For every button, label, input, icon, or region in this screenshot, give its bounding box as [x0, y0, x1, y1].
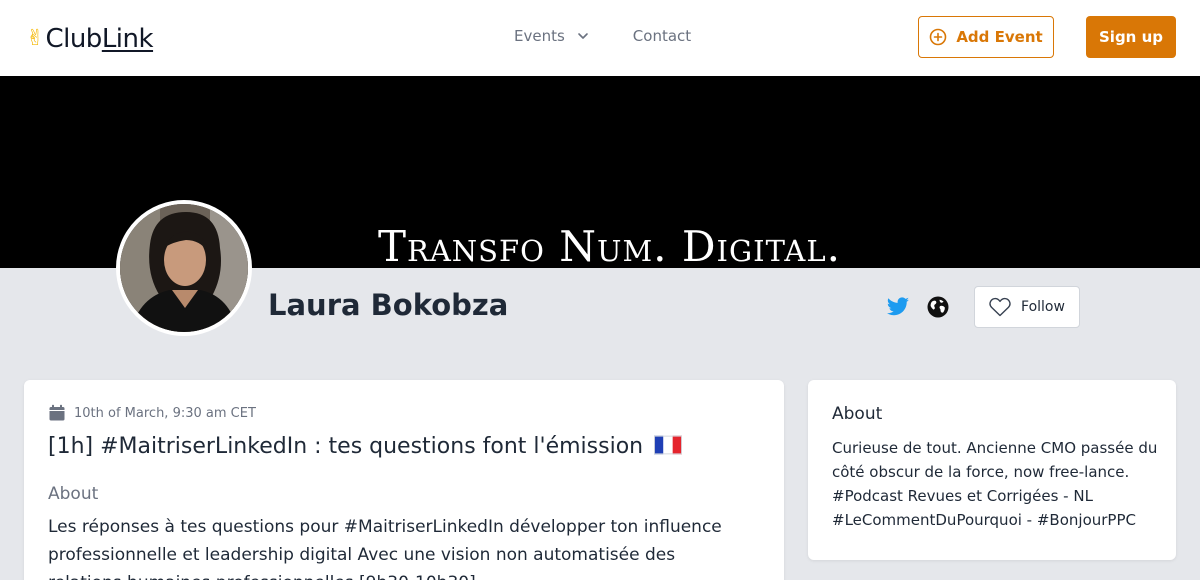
nav-contact-label: Contact: [632, 27, 692, 45]
avatar-photo: [120, 204, 248, 332]
nav-contact-link[interactable]: Contact: [633, 27, 691, 45]
follow-label: Follow: [1021, 299, 1065, 315]
main-nav: Events Contact: [514, 27, 691, 45]
event-title-link[interactable]: [1h] #MaitriserLinkedIn : tes questions …: [48, 434, 683, 459]
victory-hand-icon: ✌: [26, 26, 45, 51]
add-event-button[interactable]: Add Event: [918, 16, 1054, 58]
logo-text: ClubLink: [45, 24, 154, 54]
globe-icon[interactable]: [926, 295, 950, 319]
event-about-heading: About: [48, 484, 99, 504]
event-card: 10th of March, 9:30 am CET [1h] #Maitris…: [24, 380, 784, 580]
about-card: About Curieuse de tout. Ancienne CMO pas…: [808, 380, 1176, 560]
banner-text: Transfo Num. Digital.: [378, 222, 841, 268]
event-date-text: 10th of March, 9:30 am CET: [74, 405, 256, 421]
about-heading: About: [832, 404, 883, 424]
france-flag-icon: [654, 435, 683, 455]
nav-events-dropdown[interactable]: Events: [514, 27, 589, 45]
event-title-text: [1h] #MaitriserLinkedIn : tes questions …: [48, 434, 644, 459]
top-navigation-bar: ✌ ClubLink Events Contact Add Event Sign…: [0, 0, 1200, 76]
event-description: Les réponses à tes questions pour #Maitr…: [48, 517, 722, 580]
clublink-logo[interactable]: ✌ ClubLink: [26, 22, 154, 56]
heart-icon: [989, 297, 1011, 317]
chevron-down-icon: [577, 33, 588, 39]
plus-circle-icon: [930, 28, 947, 46]
profile-name: Laura Bokobza: [268, 288, 509, 322]
about-text: Curieuse de tout. Ancienne CMO passée du…: [832, 439, 1158, 529]
nav-events-label: Events: [514, 27, 565, 45]
add-event-label: Add Event: [956, 28, 1043, 46]
follow-button[interactable]: Follow: [974, 286, 1080, 328]
sign-up-button[interactable]: Sign up: [1086, 16, 1176, 58]
twitter-icon[interactable]: [886, 295, 910, 319]
profile-avatar: [116, 200, 252, 336]
calendar-icon: [49, 404, 65, 421]
sign-up-label: Sign up: [1099, 28, 1163, 46]
event-date: 10th of March, 9:30 am CET: [48, 404, 256, 422]
